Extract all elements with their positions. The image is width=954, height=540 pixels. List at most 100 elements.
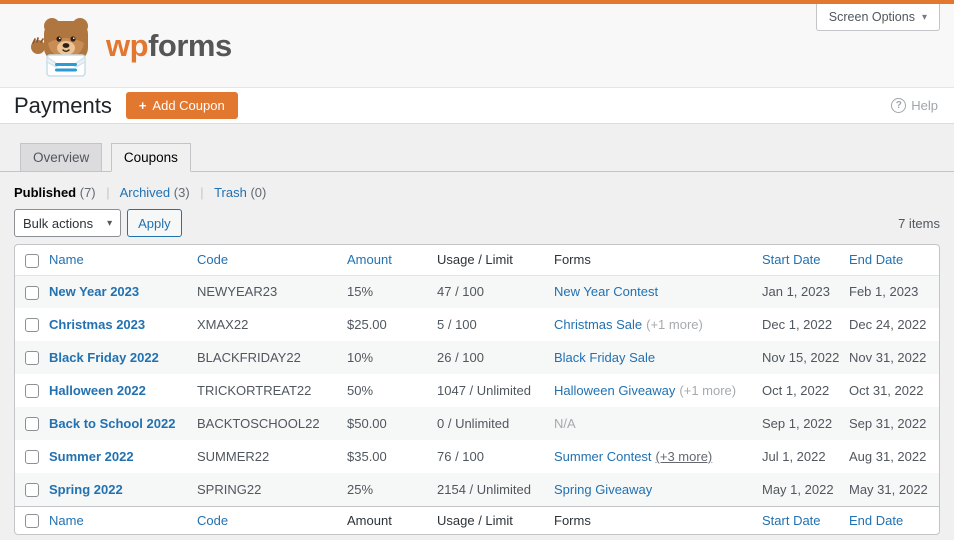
form-link[interactable]: Spring Giveaway bbox=[554, 482, 652, 497]
form-link[interactable]: Christmas Sale bbox=[554, 317, 642, 332]
row-checkbox[interactable] bbox=[25, 417, 39, 432]
cell-name: Summer 2022 bbox=[49, 440, 197, 473]
coupon-name-link[interactable]: Christmas 2023 bbox=[49, 317, 145, 332]
column-header-forms: Forms bbox=[554, 245, 762, 276]
chevron-down-icon: ▾ bbox=[107, 217, 113, 229]
cell-usage: 76 / 100 bbox=[437, 449, 484, 464]
form-extra-count: (+1 more) bbox=[679, 383, 737, 398]
column-header-end[interactable]: End Date bbox=[849, 505, 939, 534]
table-row: Black Friday 2022 BLACKFRIDAY22 10% 26 / 10… bbox=[15, 341, 939, 374]
table-row: Halloween 2022 TRICKORTREAT22 50% 1047 / Un… bbox=[15, 374, 939, 407]
help-label: Help bbox=[911, 98, 938, 113]
cell-end-date: Aug 31, 2022 bbox=[849, 449, 927, 464]
select-all-cell bbox=[15, 505, 49, 534]
row-checkbox[interactable] bbox=[25, 483, 39, 498]
select-all-checkbox[interactable] bbox=[25, 253, 39, 268]
form-link[interactable]: Summer Contest bbox=[554, 449, 652, 464]
cell-end-date: Nov 31, 2022 bbox=[849, 350, 927, 365]
coupon-name-link[interactable]: Black Friday 2022 bbox=[49, 350, 159, 365]
status-filter-links: Published (7) | Archived (3) | Trash (0) bbox=[14, 185, 954, 200]
cell-forms: N/A bbox=[554, 407, 762, 440]
tab-coupons[interactable]: Coupons bbox=[110, 143, 191, 172]
cell-start-date: Dec 1, 2022 bbox=[762, 317, 833, 332]
form-extra-count[interactable]: (+3 more) bbox=[656, 449, 713, 464]
apply-button-top[interactable]: Apply bbox=[127, 209, 182, 237]
page-toolbar: Payments + Add Coupon ? Help bbox=[0, 88, 954, 124]
help-icon: ? bbox=[891, 98, 907, 113]
coupons-table: Name Code Amount Usage / Limit Forms Start Da… bbox=[15, 245, 939, 534]
view-trash[interactable]: Trash (0) bbox=[214, 185, 266, 200]
cell-start-date: Nov 15, 2022 bbox=[762, 350, 840, 365]
table-header-row: Name Code Amount Usage / Limit Forms Start Da… bbox=[15, 245, 939, 276]
cell-forms: Halloween Giveaway (+1 more) bbox=[554, 374, 762, 407]
column-header-name[interactable]: Name bbox=[49, 505, 197, 534]
add-coupon-button[interactable]: + Add Coupon bbox=[125, 92, 238, 119]
view-archived[interactable]: Archived (3) bbox=[120, 185, 190, 200]
row-checkbox-cell bbox=[15, 374, 49, 407]
view-published-count: (7) bbox=[79, 185, 96, 200]
table-row: New Year 2023 NEWYEAR23 15% 47 / 100 New Yea… bbox=[15, 275, 939, 308]
column-header-forms: Forms bbox=[554, 505, 762, 534]
coupon-name-link[interactable]: Summer 2022 bbox=[49, 449, 134, 464]
row-checkbox-cell bbox=[15, 473, 49, 506]
cell-code: SPRING22 bbox=[197, 481, 262, 497]
column-header-code[interactable]: Code bbox=[197, 505, 347, 534]
cell-start-date: Sep 1, 2022 bbox=[762, 416, 833, 431]
view-published[interactable]: Published (7) bbox=[14, 185, 96, 200]
chevron-down-icon: ▾ bbox=[921, 11, 927, 23]
tablenav-top: Bulk actions ▾ Apply 7 items bbox=[14, 208, 940, 238]
bulk-actions-select-top[interactable]: Bulk actions ▾ bbox=[14, 209, 122, 237]
column-header-amount: Amount bbox=[347, 505, 437, 534]
coupon-name-link[interactable]: Back to School 2022 bbox=[49, 416, 175, 431]
column-header-end[interactable]: End Date bbox=[849, 245, 939, 276]
table-row: Back to School 2022 BACKTOSCHOOL22 $50.00 0… bbox=[15, 407, 939, 440]
cell-forms: Black Friday Sale bbox=[554, 341, 762, 374]
select-all-checkbox[interactable] bbox=[25, 514, 39, 529]
table-row: Summer 2022 SUMMER22 $35.00 76 / 100 Summer … bbox=[15, 440, 939, 473]
cell-usage: 47 / 100 bbox=[437, 284, 484, 300]
form-link[interactable]: Black Friday Sale bbox=[554, 350, 655, 365]
column-header-start[interactable]: Start Date bbox=[762, 505, 849, 534]
cell-start-date: Jan 1, 2023 bbox=[762, 284, 830, 300]
form-link[interactable]: New Year Contest bbox=[554, 284, 658, 299]
add-coupon-label: Add Coupon bbox=[152, 98, 225, 113]
row-checkbox[interactable] bbox=[25, 318, 39, 333]
column-header-usage: Usage / Limit bbox=[437, 505, 554, 534]
help-link[interactable]: ? Help bbox=[891, 98, 938, 113]
wordmark-wp: wp bbox=[106, 27, 149, 63]
cell-name: Spring 2022 bbox=[49, 473, 197, 506]
coupon-name-link[interactable]: New Year 2023 bbox=[49, 284, 139, 299]
column-header-amount[interactable]: Amount bbox=[347, 245, 437, 276]
form-extra-count: (+1 more) bbox=[646, 317, 703, 332]
column-header-code[interactable]: Code bbox=[197, 245, 347, 276]
column-header-name[interactable]: Name bbox=[49, 245, 197, 276]
row-checkbox[interactable] bbox=[25, 384, 39, 399]
row-checkbox[interactable] bbox=[25, 450, 39, 465]
form-link[interactable]: Halloween Giveaway bbox=[554, 383, 675, 398]
cell-forms: Christmas Sale (+1 more) bbox=[554, 308, 762, 341]
row-checkbox[interactable] bbox=[25, 351, 39, 366]
column-header-start[interactable]: Start Date bbox=[762, 245, 849, 276]
cell-code: XMAX22 bbox=[197, 317, 249, 332]
cell-code: BLACKFRIDAY22 bbox=[197, 350, 301, 365]
row-checkbox[interactable] bbox=[25, 285, 39, 300]
cell-amount: $50.00 bbox=[347, 416, 387, 431]
cell-start-date: May 1, 2022 bbox=[762, 481, 834, 497]
cell-amount: 15% bbox=[347, 284, 374, 300]
cell-amount: $25.00 bbox=[347, 317, 387, 332]
cell-end-date: May 31, 2022 bbox=[849, 481, 928, 497]
cell-forms: Spring Giveaway bbox=[554, 473, 762, 506]
screen-options-button[interactable]: Screen Options ▾ bbox=[815, 4, 940, 31]
cell-usage: 26 / 100 bbox=[437, 350, 484, 365]
cell-name: New Year 2023 bbox=[49, 275, 197, 308]
tab-overview[interactable]: Overview bbox=[20, 143, 103, 172]
row-checkbox-cell bbox=[15, 341, 49, 374]
cell-start-date: Jul 1, 2022 bbox=[762, 449, 826, 464]
cell-end-date: Sep 31, 2022 bbox=[849, 416, 927, 431]
coupon-name-link[interactable]: Spring 2022 bbox=[49, 482, 123, 497]
cell-start-date: Oct 1, 2022 bbox=[762, 383, 830, 398]
coupon-name-link[interactable]: Halloween 2022 bbox=[49, 383, 146, 398]
cell-code: SUMMER22 bbox=[197, 449, 270, 464]
cell-amount: 25% bbox=[347, 481, 374, 497]
cell-end-date: Dec 24, 2022 bbox=[849, 317, 927, 332]
